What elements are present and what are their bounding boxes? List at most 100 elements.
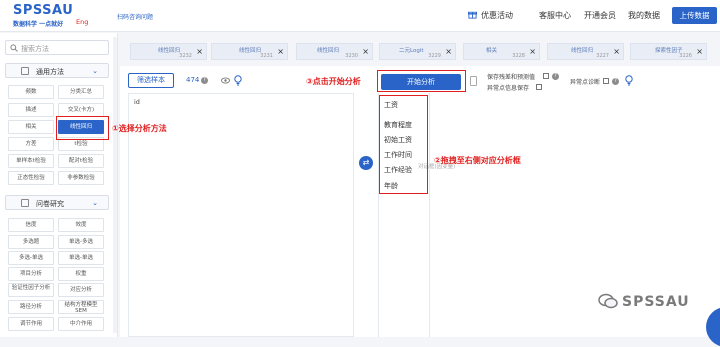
tab-label: 线性回归: [239, 48, 262, 54]
tab-label: 线性回归: [158, 48, 181, 54]
upload-data-button[interactable]: 上传数据: [672, 7, 717, 24]
watermark-text: SPSSAU: [622, 294, 690, 310]
method-search-input[interactable]: 搜索方法: [5, 40, 109, 55]
method-multi-choice[interactable]: 多选题: [8, 235, 54, 249]
nav-promotions[interactable]: 优惠活动: [481, 10, 513, 21]
tab-analysis[interactable]: 线性回归 3231 ×: [211, 43, 288, 60]
folder-icon: [21, 67, 29, 75]
method-reliability[interactable]: 信度: [8, 218, 54, 232]
method-frequency[interactable]: 频数: [8, 85, 54, 99]
tab-analysis[interactable]: 线性回归 3227 ×: [547, 43, 624, 60]
method-single-multi[interactable]: 单选-多选: [58, 235, 104, 249]
method-sem[interactable]: 结构方程模型SEM: [58, 300, 104, 314]
method-correspondence[interactable]: 对应分析: [58, 283, 104, 297]
method-mediation[interactable]: 中介作用: [58, 317, 104, 331]
outlier-diagnosis-label: 异常点诊断: [570, 79, 601, 86]
sidebar-scrollbar[interactable]: [113, 37, 117, 333]
chevron-down-icon: ⌄: [92, 67, 98, 75]
section-survey-research[interactable]: 问卷研究 ⌄: [5, 195, 109, 210]
swap-icon[interactable]: ⇄: [359, 156, 373, 170]
bulb-icon[interactable]: [234, 75, 242, 86]
tab-label: 二元Logit: [399, 48, 424, 54]
nav-service-center[interactable]: 客服中心: [539, 10, 571, 21]
tab-id: 3230: [345, 53, 358, 59]
save-outlier-checkbox[interactable]: [536, 84, 542, 90]
method-anova[interactable]: 方差: [8, 137, 54, 151]
wechat-icon: [598, 293, 618, 309]
analysis-tabs: 线性回归 3232 × 线性回归 3231 × 线性回归 3230 × 二元Lo…: [120, 33, 720, 63]
highlight-start-analysis: [377, 70, 466, 92]
tab-label: 线性回归: [571, 48, 594, 54]
section-general-methods[interactable]: 通用方法 ⌄: [5, 63, 109, 78]
tab-id: 3228: [512, 53, 525, 59]
tab-id: 3227: [596, 53, 609, 59]
method-path-analysis[interactable]: 路径分析: [8, 300, 54, 314]
close-icon[interactable]: ×: [445, 47, 452, 56]
method-item-analysis[interactable]: 项目分析: [8, 267, 54, 281]
method-correlation[interactable]: 相关: [8, 120, 54, 134]
close-icon[interactable]: ×: [529, 47, 536, 56]
nav-my-data[interactable]: 我的数据: [628, 10, 660, 21]
tab-label: 线性回归: [317, 48, 340, 54]
gift-icon: [468, 11, 477, 19]
search-icon: [10, 44, 18, 52]
eye-icon[interactable]: [221, 77, 230, 84]
close-icon[interactable]: ×: [196, 47, 203, 56]
method-group-summary[interactable]: 分类汇总: [58, 85, 104, 99]
close-icon[interactable]: ×: [613, 47, 620, 56]
folder-icon: [21, 199, 29, 207]
section-title: 通用方法: [36, 68, 64, 76]
outlier-diagnosis-checkbox[interactable]: [603, 78, 609, 84]
filter-sample-button[interactable]: 筛选样本: [128, 73, 174, 88]
tab-id: 3226: [679, 53, 692, 59]
tab-id: 3229: [428, 53, 441, 59]
help-icon[interactable]: ?: [201, 77, 208, 84]
tab-analysis[interactable]: 探索性因子 3226 ×: [630, 43, 707, 60]
feedback-link[interactable]: 扫码咨询问题: [117, 12, 153, 21]
annotation-step1: ①选择分析方法: [112, 124, 167, 133]
highlight-variable-box: [379, 95, 428, 194]
search-placeholder: 搜索方法: [21, 45, 49, 53]
annotation-step3: ③点击开始分析: [306, 77, 361, 86]
close-icon[interactable]: ×: [696, 47, 703, 56]
method-nonparametric[interactable]: 非参数检验: [58, 171, 104, 185]
trash-icon[interactable]: [470, 76, 477, 86]
method-paired-t[interactable]: 配对t检验: [58, 154, 104, 168]
tab-id: 3232: [179, 53, 192, 59]
variable-id[interactable]: id: [134, 98, 140, 106]
bulb-icon[interactable]: [625, 75, 633, 86]
close-icon[interactable]: ×: [277, 47, 284, 56]
sample-count: 474: [186, 76, 200, 84]
section-title: 问卷研究: [36, 200, 64, 208]
method-normality[interactable]: 正态性检验: [8, 171, 54, 185]
tab-analysis[interactable]: 二元Logit 3229 ×: [379, 43, 456, 60]
tab-analysis[interactable]: 相关 3228 ×: [463, 43, 540, 60]
method-multi-single[interactable]: 多选-单选: [8, 251, 54, 265]
method-cfa[interactable]: 验证性因子分析: [8, 283, 54, 297]
save-residual-label: 保存残差和预测值: [487, 74, 536, 81]
save-outlier-label: 异常点信息保存: [487, 85, 530, 92]
close-icon[interactable]: ×: [362, 47, 369, 56]
tab-analysis[interactable]: 线性回归 3232 ×: [130, 43, 207, 60]
method-single-single[interactable]: 单选-单选: [58, 251, 104, 265]
method-weights[interactable]: 权重: [58, 267, 104, 281]
help-icon[interactable]: ?: [552, 73, 559, 80]
top-header: SPSSAU 数据科学 一点就好 Eng 扫码咨询问题 优惠活动 客服中心 开通…: [0, 0, 720, 32]
tab-analysis[interactable]: 线性回归 3230 ×: [296, 43, 373, 60]
logo[interactable]: SPSSAU: [13, 3, 73, 18]
highlight-linear-regression: [56, 116, 109, 140]
method-validity[interactable]: 效度: [58, 218, 104, 232]
tab-label: 相关: [486, 48, 498, 54]
method-moderation[interactable]: 调节作用: [8, 317, 54, 331]
annotation-step2: ②拖拽至右侧对应分析框: [434, 156, 521, 165]
help-icon[interactable]: ?: [612, 78, 619, 85]
method-crosstab[interactable]: 交叉(卡方): [58, 103, 104, 117]
nav-membership[interactable]: 开通会员: [584, 10, 616, 21]
language-switch[interactable]: Eng: [76, 18, 88, 26]
logo-slogan: 数据科学 一点就好: [13, 21, 64, 28]
save-residual-checkbox[interactable]: [543, 73, 549, 79]
method-one-sample-t[interactable]: 单样本t检验: [8, 154, 54, 168]
chevron-down-icon: ⌄: [92, 199, 98, 207]
tab-id: 3231: [260, 53, 273, 59]
method-descriptive[interactable]: 描述: [8, 103, 54, 117]
